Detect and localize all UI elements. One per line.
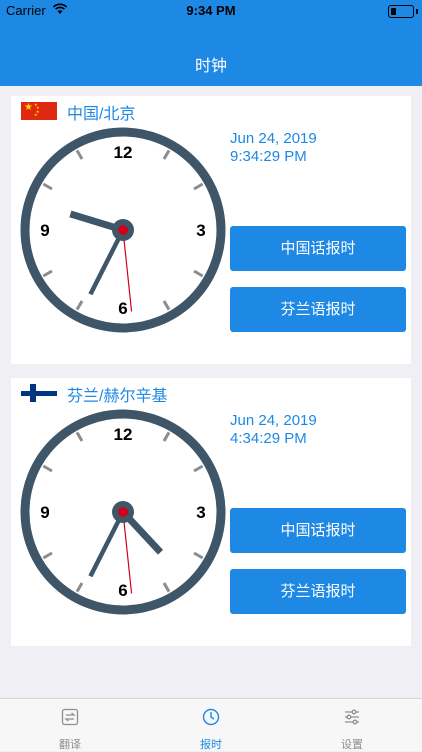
battery-tip xyxy=(416,9,418,14)
china-flag-icon: ★ ★ ★ ★ ★ xyxy=(21,102,57,120)
city-name: 中国/北京 xyxy=(67,106,136,123)
chinese-announce-button[interactable]: 中国话报时 xyxy=(230,508,406,553)
clock-icon xyxy=(202,708,220,726)
date-label: Jun 24, 2019 xyxy=(230,130,317,147)
battery-icon xyxy=(388,5,414,18)
finnish-announce-button[interactable]: 芬兰语报时 xyxy=(230,569,406,614)
tab-bar: 翻译 报时 设置 xyxy=(0,698,422,751)
numeral-12: 12 xyxy=(114,425,133,444)
center-dot xyxy=(118,225,128,235)
navigation-bar: 时钟 xyxy=(0,22,422,86)
tab-translate[interactable]: 翻译 xyxy=(0,699,140,751)
translate-icon xyxy=(61,708,79,726)
numeral-9: 9 xyxy=(40,503,49,522)
date-time-display: Jun 24, 2019 4:34:29 PM xyxy=(230,412,317,448)
page-title: 时钟 xyxy=(194,58,227,75)
settings-icon xyxy=(345,709,359,725)
status-time: 9:34 PM xyxy=(186,3,236,18)
numeral-6: 6 xyxy=(118,581,127,600)
clock-card-finland: 芬兰/赫尔辛基 Jun 24, 2019 4:34:29 PM 12 3 6 9 中国… xyxy=(11,378,411,646)
analog-clock: 12 3 6 9 xyxy=(20,127,226,333)
clock-card-china: ★ ★ ★ ★ ★ 中国/北京 Jun 24, 2019 9:34:29 PM … xyxy=(11,96,411,364)
finnish-announce-button[interactable]: 芬兰语报时 xyxy=(230,287,406,332)
center-dot xyxy=(118,507,128,517)
tab-clock[interactable]: 报时 xyxy=(141,699,281,751)
numeral-12: 12 xyxy=(114,143,133,162)
numeral-3: 3 xyxy=(196,221,205,240)
analog-clock: 12 3 6 9 xyxy=(20,409,226,615)
finland-flag-icon xyxy=(21,384,57,402)
tab-settings[interactable]: 设置 xyxy=(282,699,422,751)
numeral-6: 6 xyxy=(118,299,127,318)
date-label: Jun 24, 2019 xyxy=(230,412,317,429)
status-bar: Carrier 9:34 PM xyxy=(0,0,422,22)
time-label: 9:34:29 PM xyxy=(230,148,307,165)
date-time-display: Jun 24, 2019 9:34:29 PM xyxy=(230,130,317,166)
city-name: 芬兰/赫尔辛基 xyxy=(67,388,168,405)
numeral-9: 9 xyxy=(40,221,49,240)
chinese-announce-button[interactable]: 中国话报时 xyxy=(230,226,406,271)
time-label: 4:34:29 PM xyxy=(230,430,307,447)
numeral-3: 3 xyxy=(196,503,205,522)
